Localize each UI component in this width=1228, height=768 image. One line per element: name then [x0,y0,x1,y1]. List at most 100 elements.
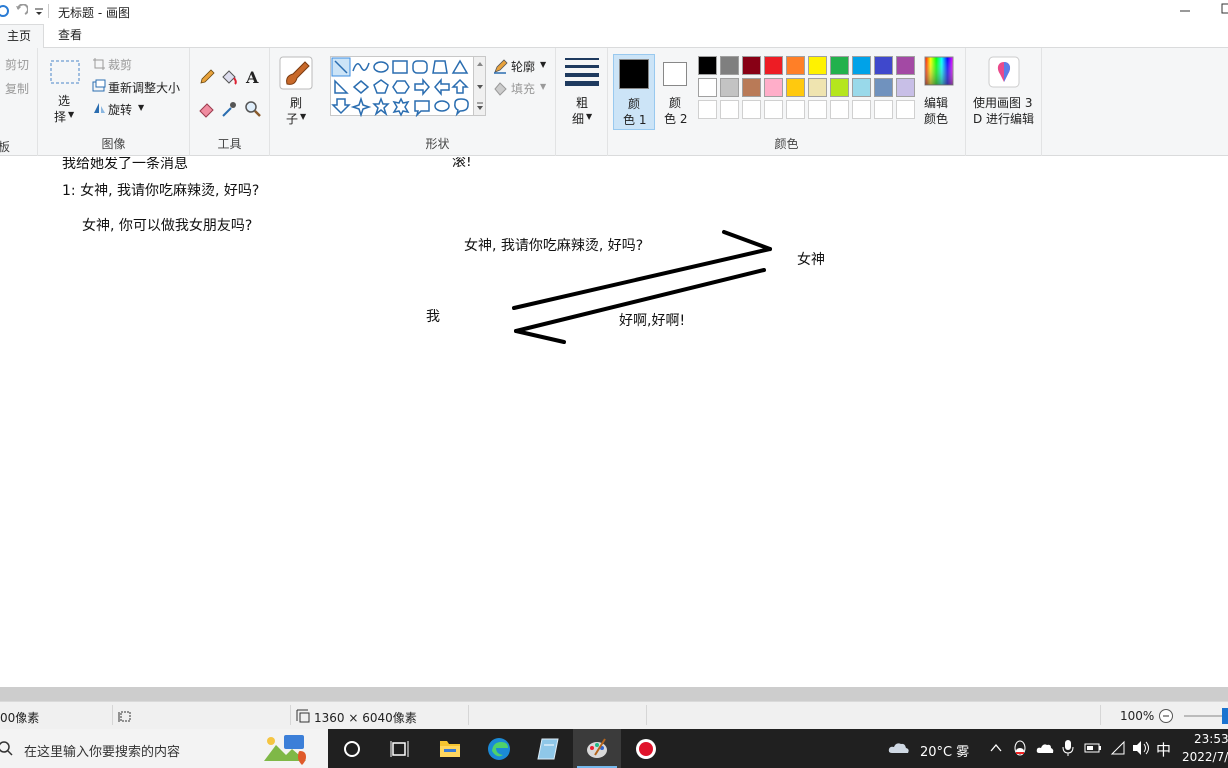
palette-empty-swatch[interactable] [698,100,717,119]
tray-chevron-up-icon[interactable] [990,743,1002,753]
battery-icon[interactable] [1084,741,1102,755]
palette-color-swatch[interactable] [786,78,805,97]
onedrive-cloud-icon[interactable] [1036,742,1054,754]
palette-empty-swatch[interactable] [720,100,739,119]
taskbar-edge[interactable] [475,729,523,768]
tab-home[interactable]: 主页 [0,24,45,49]
color1-label-1: 颜 [628,97,641,111]
eraser-icon[interactable] [198,100,216,118]
ribbon: 剪切 复制 板 选 择 ▼ 裁剪 重新调整大小 旋转 ▼ 图像 A 工具 刷 子… [0,48,1228,156]
fill-bucket-icon[interactable] [220,68,238,86]
clock-time[interactable]: 23:53 [1194,732,1228,746]
shapes-gallery[interactable] [330,56,474,118]
brushes-button[interactable]: 刷 子 ▼ [276,54,316,134]
palette-color-swatch[interactable] [830,56,849,75]
select-button[interactable]: 选 择 ▼ [48,58,82,128]
palette-empty-swatch[interactable] [742,100,761,119]
rotate-icon [94,103,105,113]
palette-color-swatch[interactable] [830,78,849,97]
magnifier-icon[interactable] [244,100,262,118]
tools-group: A 工具 [190,48,270,156]
edit-colors-button[interactable]: 编辑 颜色 [920,54,960,134]
minimize-button[interactable] [1170,2,1200,22]
ime-indicator[interactable]: 中 [1156,739,1171,760]
image-group: 选 择 ▼ 裁剪 重新调整大小 旋转 ▼ 图像 [38,48,190,156]
rotate-button[interactable]: 旋转 [108,101,132,118]
task-view-icon-button[interactable] [376,729,424,768]
svg-text:A: A [245,68,259,86]
palette-color-swatch[interactable] [852,78,871,97]
taskbar-search-box[interactable]: 在这里输入你要搜索的内容 [0,729,328,768]
windows-taskbar: 在这里输入你要搜索的内容 20°C 雾 中 23:53 2022/7/ [0,729,1228,768]
palette-color-swatch[interactable] [874,78,893,97]
palette-color-swatch[interactable] [742,56,761,75]
copy-button[interactable]: 复制 [5,80,29,97]
color1-swatch [619,59,649,89]
taskbar-paint[interactable] [573,729,621,768]
resize-button[interactable]: 重新调整大小 [108,79,180,96]
selection-size-icon [118,711,131,722]
taskbar-notes[interactable] [524,729,572,768]
palette-color-swatch[interactable] [720,78,739,97]
network-icon[interactable] [1110,740,1126,756]
palette-color-swatch[interactable] [720,56,739,75]
palette-empty-swatch[interactable] [852,100,871,119]
text-tool-icon[interactable]: A [244,68,262,86]
palette-color-swatch[interactable] [698,78,717,97]
palette-color-swatch[interactable] [896,78,915,97]
edit-colors-label-2: 颜色 [924,112,949,126]
paint3d-label-2: D 进行编辑 [973,112,1035,126]
palette-color-swatch[interactable] [808,78,827,97]
crop-button[interactable]: 裁剪 [108,56,132,73]
weather-cloud-icon [888,743,909,753]
drawing-canvas[interactable]: 我给她发了一条消息 滚! 1: 女神, 我请你吃麻辣烫, 好吗? 女神, 你可以… [0,157,1228,687]
outline-button[interactable]: 轮廓 [511,58,535,75]
fill-button[interactable]: 填充 [511,80,535,97]
shapes-gallery-scroll[interactable] [474,56,486,116]
crop-icon [93,58,105,70]
palette-color-swatch[interactable] [852,56,871,75]
canvas-horizontal-scrollbar[interactable] [0,687,1228,701]
zoom-slider-thumb[interactable] [1222,708,1228,724]
maximize-icon [1221,3,1228,14]
qq-icon[interactable] [1012,739,1028,757]
palette-color-swatch[interactable] [742,78,761,97]
undo-icon[interactable] [14,4,28,18]
color-picker-icon[interactable] [220,100,238,118]
maximize-button[interactable] [1212,2,1228,22]
palette-empty-swatch[interactable] [764,100,783,119]
zoom-out-icon[interactable] [1158,708,1174,724]
tab-view[interactable]: 查看 [46,24,94,48]
redo-icon[interactable] [0,4,10,18]
weather-text[interactable]: 20°C 雾 [920,741,969,760]
palette-empty-swatch[interactable] [830,100,849,119]
palette-color-swatch[interactable] [764,78,783,97]
cut-button[interactable]: 剪切 [5,56,29,73]
palette-empty-swatch[interactable] [874,100,893,119]
status-divider [112,705,113,725]
microphone-icon[interactable] [1062,739,1074,757]
color1-button[interactable]: 颜 色 1 [613,54,655,130]
gallery-scroll-arrows-icon [477,62,483,110]
customize-qat-icon[interactable] [32,4,46,18]
tools-group-label: 工具 [217,137,242,151]
palette-color-swatch[interactable] [786,56,805,75]
palette-color-swatch[interactable] [896,56,915,75]
volume-icon[interactable] [1132,740,1150,756]
color2-button[interactable]: 颜 色 2 [655,54,697,130]
taskbar-file-explorer[interactable] [426,729,474,768]
palette-color-swatch[interactable] [808,56,827,75]
pencil-icon[interactable] [198,68,216,86]
palette-color-swatch[interactable] [764,56,783,75]
palette-empty-swatch[interactable] [896,100,915,119]
palette-color-swatch[interactable] [698,56,717,75]
palette-empty-swatch[interactable] [786,100,805,119]
taskbar-recorder[interactable] [622,729,670,768]
clock-date[interactable]: 2022/7/ [1182,750,1228,764]
palette-empty-swatch[interactable] [808,100,827,119]
clipboard-group-label: 板 [0,140,11,154]
palette-color-swatch[interactable] [874,56,893,75]
size-button[interactable]: 粗 细 ▼ [562,54,602,134]
task-view-button[interactable] [328,729,376,768]
paint3d-button[interactable]: 使用画图 3 D 进行编辑 [970,54,1040,134]
